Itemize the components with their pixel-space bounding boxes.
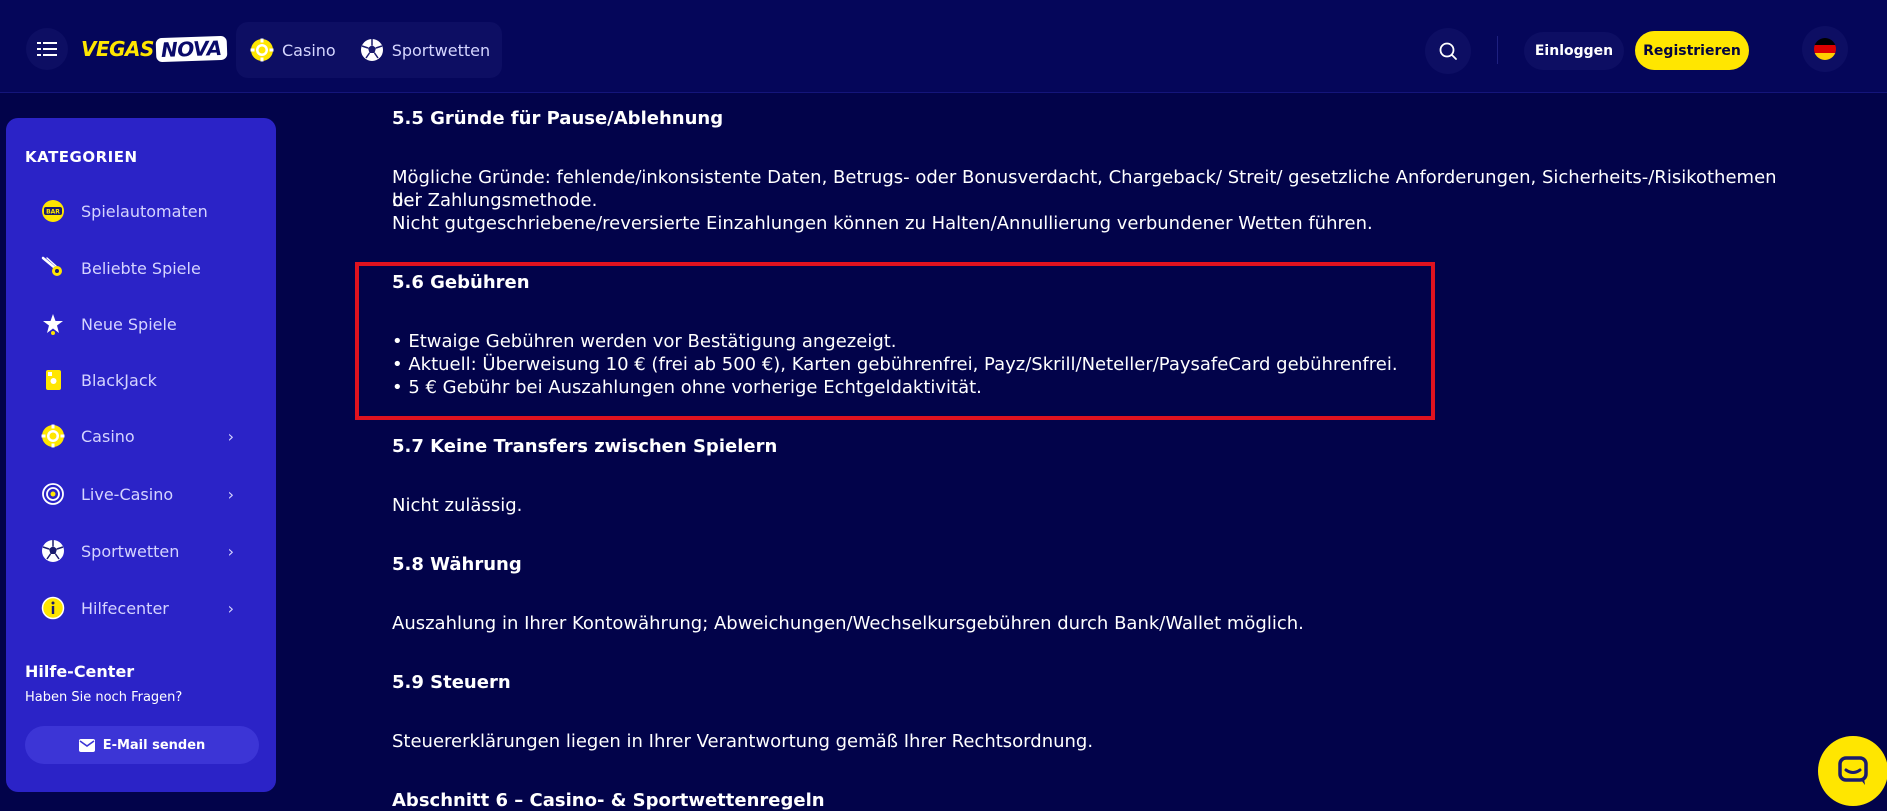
poker-chip-icon <box>41 424 65 448</box>
soccer-ball-icon <box>360 39 383 61</box>
section-5-5-title: 5.5 Gründe für Pause/Ablehnung <box>392 108 724 129</box>
vegasnova-logo[interactable]: VEGAS NOVA <box>81 34 227 64</box>
live-icon <box>41 482 65 506</box>
sidebar: KATEGORIEN BAR Spielautomaten Beliebte S… <box>6 118 276 792</box>
de-flag-icon <box>1814 38 1836 60</box>
section-6-title: Abschnitt 6 – Casino- & Sportwettenregel… <box>392 790 825 811</box>
chat-icon <box>1838 756 1868 785</box>
send-email-button[interactable]: E-Mail senden <box>25 726 259 764</box>
search-button[interactable] <box>1425 28 1471 74</box>
top-header: VEGAS NOVA Casino Sportwetten Einloggen … <box>0 0 1887 93</box>
sidebar-item-sportwetten[interactable]: Sportwetten › <box>25 531 256 571</box>
sidebar-item-label: Live-Casino <box>81 484 174 504</box>
sidebar-item-blackjack[interactable]: BlackJack <box>25 360 256 400</box>
sidebar-item-label: Casino <box>81 426 135 446</box>
chevron-right-icon: › <box>227 484 234 504</box>
section-5-5-line-1: Mögliche Gründe: fehlende/inkonsistente … <box>392 167 1777 211</box>
poker-chip-icon <box>250 38 274 62</box>
svg-text:BAR: BAR <box>46 209 60 216</box>
sidebar-item-neue-spiele[interactable]: Neue Spiele <box>25 304 256 344</box>
card-icon <box>41 368 65 392</box>
header-divider <box>1497 36 1498 64</box>
language-button[interactable] <box>1802 26 1848 72</box>
sidebar-item-casino[interactable]: Casino › <box>25 416 256 456</box>
chevron-right-icon: › <box>227 598 234 618</box>
star-icon <box>41 312 65 336</box>
sidebar-item-label: Sportwetten <box>81 541 180 561</box>
mail-icon <box>78 738 95 752</box>
chevron-right-icon: › <box>227 426 234 446</box>
login-button[interactable]: Einloggen <box>1524 32 1624 70</box>
info-icon <box>41 596 65 620</box>
top-nav: Casino Sportwetten <box>236 22 502 78</box>
logo-text-right: NOVA <box>155 35 227 63</box>
soccer-ball-icon <box>41 539 65 563</box>
sidebar-item-hilfecenter[interactable]: Hilfecenter › <box>25 588 256 628</box>
comet-icon <box>41 256 65 280</box>
hamburger-icon <box>37 42 57 56</box>
sidebar-item-label: Spielautomaten <box>81 201 208 221</box>
sidebar-item-label: Neue Spiele <box>81 314 177 334</box>
sidebar-item-beliebte-spiele[interactable]: Beliebte Spiele <box>25 248 256 288</box>
sidebar-item-label: Hilfecenter <box>81 598 169 618</box>
section-5-7-text: Nicht zulässig. <box>392 495 523 516</box>
sidebar-item-spielautomaten[interactable]: BAR Spielautomaten <box>25 191 256 231</box>
chevron-right-icon: › <box>227 541 234 561</box>
highlight-box <box>355 262 1435 420</box>
nav-casino[interactable]: Casino <box>250 38 336 62</box>
menu-button[interactable] <box>26 28 68 70</box>
nav-sportwetten-label: Sportwetten <box>391 40 491 60</box>
register-button[interactable]: Registrieren <box>1635 31 1749 70</box>
slot-bar-icon: BAR <box>41 199 65 223</box>
sidebar-item-label: BlackJack <box>81 370 157 390</box>
nav-sportwetten[interactable]: Sportwetten <box>360 38 490 62</box>
section-5-9-title: 5.9 Steuern <box>392 672 511 693</box>
send-email-label: E-Mail senden <box>102 737 206 753</box>
help-center-subtitle: Haben Sie noch Fragen? <box>25 690 183 705</box>
logo-text-left: VEGAS <box>81 37 154 61</box>
sidebar-title: KATEGORIEN <box>25 148 138 166</box>
section-5-5-line-2: der Zahlungsmethode. <box>392 190 598 211</box>
sidebar-item-label: Beliebte Spiele <box>81 258 201 278</box>
section-5-8-text: Auszahlung in Ihrer Kontowährung; Abweic… <box>392 613 1304 634</box>
section-5-8-title: 5.8 Währung <box>392 554 522 575</box>
sidebar-item-live-casino[interactable]: Live-Casino › <box>25 474 256 514</box>
section-5-7-title: 5.7 Keine Transfers zwischen Spielern <box>392 436 778 457</box>
section-5-9-text: Steuererklärungen liegen in Ihrer Verant… <box>392 731 1094 752</box>
live-chat-button[interactable] <box>1818 736 1887 806</box>
nav-casino-label: Casino <box>282 40 336 60</box>
search-icon <box>1439 42 1457 60</box>
section-5-5-line-3: Nicht gutgeschriebene/reversierte Einzah… <box>392 213 1373 234</box>
help-center-title: Hilfe-Center <box>25 662 135 681</box>
